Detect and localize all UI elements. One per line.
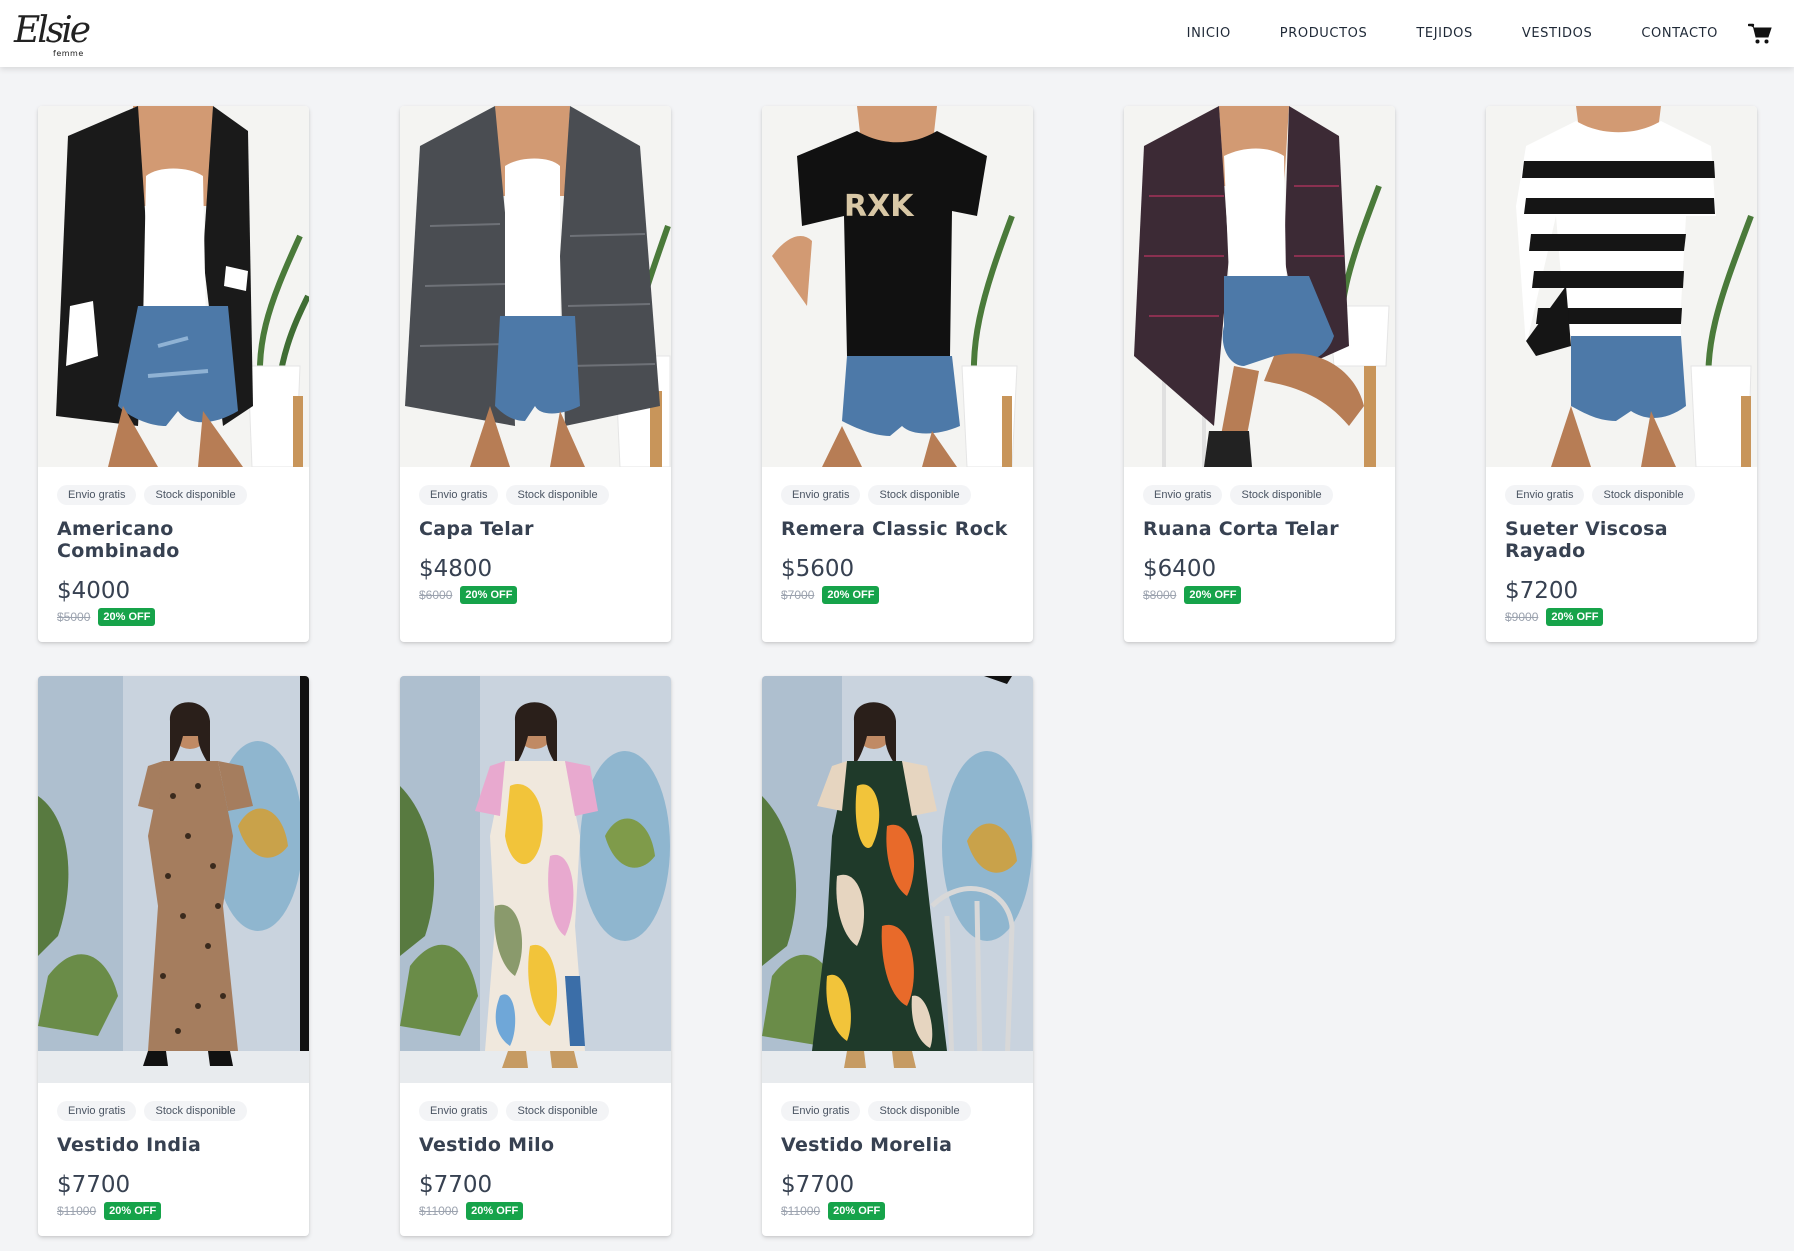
nav-tejidos[interactable]: TEJIDOS xyxy=(1416,26,1473,41)
brand-logo[interactable]: Elsie femme xyxy=(14,9,91,59)
product-name[interactable]: Remera Classic Rock xyxy=(781,518,1014,540)
product-name[interactable]: Vestido Milo xyxy=(419,1134,652,1156)
original-price: $8000 xyxy=(1143,588,1177,602)
product-price: $4800 xyxy=(419,556,493,582)
product-card[interactable]: Envio gratis Stock disponible Ruana Cort… xyxy=(1124,106,1395,642)
nav-links: INICIO PRODUCTOS TEJIDOS VESTIDOS CONTAC… xyxy=(1187,23,1772,45)
product-image[interactable] xyxy=(1486,106,1757,467)
product-card[interactable]: Envio gratis Stock disponible Sueter Vis… xyxy=(1486,106,1757,642)
product-price: $6400 xyxy=(1143,556,1217,582)
product-card[interactable]: Envio gratis Stock disponible Vestido Mi… xyxy=(400,676,671,1236)
original-price: $7000 xyxy=(781,588,815,602)
shipping-tag: Envio gratis xyxy=(1505,485,1585,505)
discount-badge: 20% OFF xyxy=(466,1202,524,1220)
product-name[interactable]: Vestido Morelia xyxy=(781,1134,1014,1156)
stock-tag: Stock disponible xyxy=(144,1101,247,1121)
stock-tag: Stock disponible xyxy=(144,485,247,505)
product-image[interactable] xyxy=(1124,106,1395,467)
discount-badge: 20% OFF xyxy=(460,586,518,604)
svg-text:RXK: RXK xyxy=(844,189,915,224)
stock-tag: Stock disponible xyxy=(1230,485,1333,505)
navbar: Elsie femme INICIO PRODUCTOS TEJIDOS VES… xyxy=(0,0,1794,67)
product-price: $7700 xyxy=(781,1172,855,1198)
discount-badge: 20% OFF xyxy=(98,608,156,626)
nav-inicio[interactable]: INICIO xyxy=(1187,26,1231,41)
product-price: $7200 xyxy=(1505,578,1579,604)
stock-tag: Stock disponible xyxy=(868,485,971,505)
shipping-tag: Envio gratis xyxy=(57,485,137,505)
product-image[interactable] xyxy=(400,106,671,467)
product-name[interactable]: Americano Combinado xyxy=(57,518,290,562)
product-name[interactable]: Capa Telar xyxy=(419,518,652,540)
shipping-tag: Envio gratis xyxy=(419,1101,499,1121)
product-price: $5600 xyxy=(781,556,855,582)
original-price: $11000 xyxy=(781,1204,821,1218)
stock-tag: Stock disponible xyxy=(868,1101,971,1121)
product-card[interactable]: Envio gratis Stock disponible Vestido In… xyxy=(38,676,309,1236)
stock-tag: Stock disponible xyxy=(1592,485,1695,505)
discount-badge: 20% OFF xyxy=(1184,586,1242,604)
product-grid: Envio gratis Stock disponible Americano … xyxy=(38,106,1757,1236)
stock-tag: Stock disponible xyxy=(506,1101,609,1121)
logo-script: Elsie xyxy=(14,9,91,51)
product-name[interactable]: Ruana Corta Telar xyxy=(1143,518,1376,540)
original-price: $6000 xyxy=(419,588,453,602)
product-price: $7700 xyxy=(57,1172,131,1198)
shipping-tag: Envio gratis xyxy=(57,1101,137,1121)
discount-badge: 20% OFF xyxy=(1546,608,1604,626)
discount-badge: 20% OFF xyxy=(828,1202,886,1220)
product-name[interactable]: Vestido India xyxy=(57,1134,290,1156)
product-image[interactable]: RXK xyxy=(762,106,1033,467)
original-price: $11000 xyxy=(419,1204,459,1218)
shipping-tag: Envio gratis xyxy=(419,485,499,505)
nav-contacto[interactable]: CONTACTO xyxy=(1641,26,1718,41)
nav-vestidos[interactable]: VESTIDOS xyxy=(1522,26,1592,41)
original-price: $9000 xyxy=(1505,610,1539,624)
product-card[interactable]: Envio gratis Stock disponible Capa Telar… xyxy=(400,106,671,642)
product-card[interactable]: Envio gratis Stock disponible Americano … xyxy=(38,106,309,642)
discount-badge: 20% OFF xyxy=(822,586,880,604)
product-price: $4000 xyxy=(57,578,131,604)
shipping-tag: Envio gratis xyxy=(1143,485,1223,505)
product-card[interactable]: RXK Envio gratis Stock disponible Remera… xyxy=(762,106,1033,642)
original-price: $11000 xyxy=(57,1204,97,1218)
shipping-tag: Envio gratis xyxy=(781,1101,861,1121)
product-name[interactable]: Sueter Viscosa Rayado xyxy=(1505,518,1738,562)
shipping-tag: Envio gratis xyxy=(781,485,861,505)
product-card[interactable]: Envio gratis Stock disponible Vestido Mo… xyxy=(762,676,1033,1236)
product-price: $7700 xyxy=(419,1172,493,1198)
original-price: $5000 xyxy=(57,610,91,624)
logo-subtitle: femme xyxy=(53,48,84,58)
shopping-cart-icon[interactable] xyxy=(1748,23,1772,45)
product-image[interactable] xyxy=(762,676,1033,1083)
discount-badge: 20% OFF xyxy=(104,1202,162,1220)
product-image[interactable] xyxy=(400,676,671,1083)
stock-tag: Stock disponible xyxy=(506,485,609,505)
nav-productos[interactable]: PRODUCTOS xyxy=(1280,26,1368,41)
product-image[interactable] xyxy=(38,676,309,1083)
product-image[interactable] xyxy=(38,106,309,467)
